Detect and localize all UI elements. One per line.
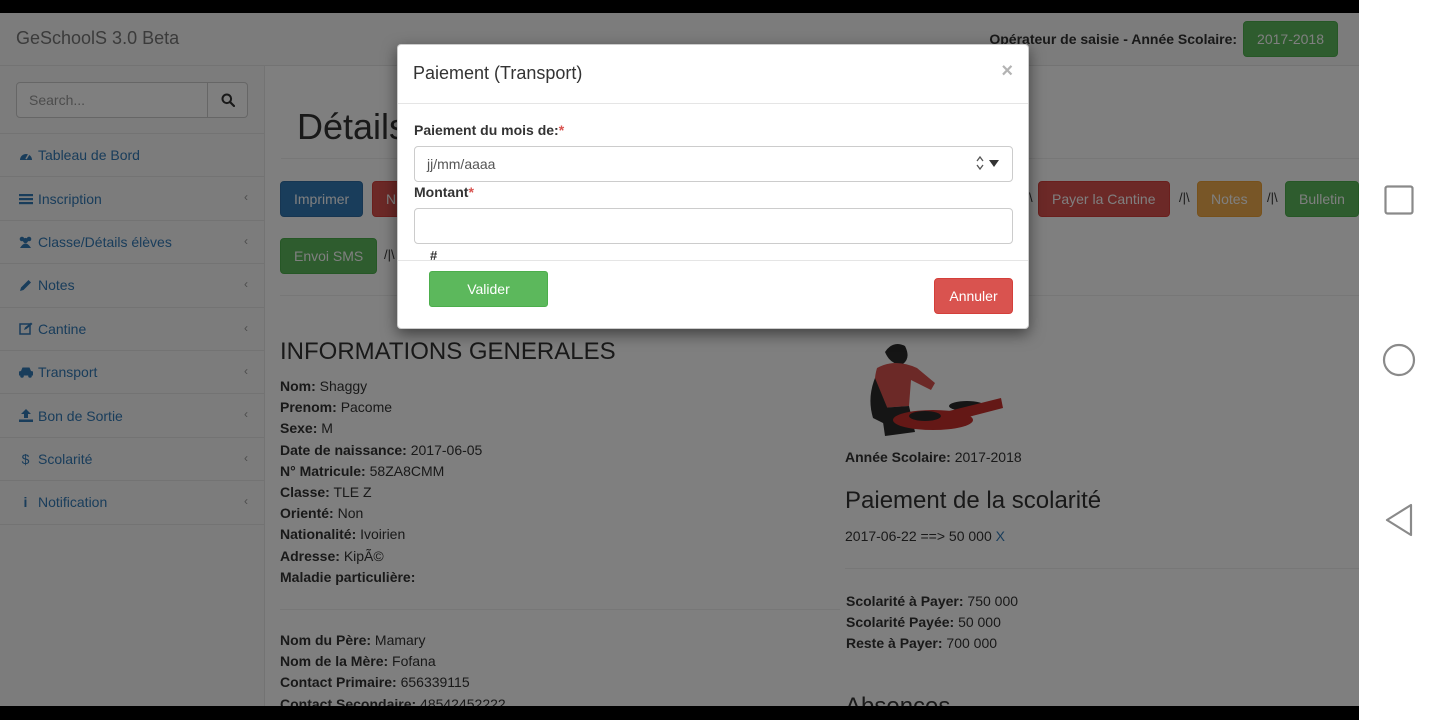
amount-label: Montant* [414,184,474,200]
app-window: GeSchoolS 3.0 Beta Opérateur de saisie -… [0,13,1359,706]
month-label: Paiement du mois de:* [414,122,565,138]
screen: GeSchoolS 3.0 Beta Opérateur de saisie -… [0,0,1440,720]
amount-input[interactable] [414,208,1013,244]
annuler-button[interactable]: Annuler [934,278,1013,314]
date-placeholder: jj/mm/aaaa [427,156,496,172]
payment-modal: Paiement (Transport) × Paiement du mois … [397,44,1029,329]
modal-footer-divider [398,260,1028,261]
modal-title: Paiement (Transport) [413,63,583,83]
dropdown-arrow-icon[interactable] [988,158,1000,168]
close-icon[interactable]: × [1001,60,1013,83]
required-mark: * [468,184,474,200]
date-controls [975,154,1000,172]
back-icon[interactable] [1384,503,1414,537]
android-nav-bar [1359,0,1440,720]
home-icon[interactable] [1382,343,1416,377]
spinner-icon[interactable] [975,154,985,172]
recent-apps-icon[interactable] [1384,185,1414,215]
payment-month-date-input[interactable]: jj/mm/aaaa [414,146,1013,182]
valider-button[interactable]: Valider [429,271,548,307]
required-mark: * [558,122,565,138]
modal-header: Paiement (Transport) × [398,45,1028,104]
